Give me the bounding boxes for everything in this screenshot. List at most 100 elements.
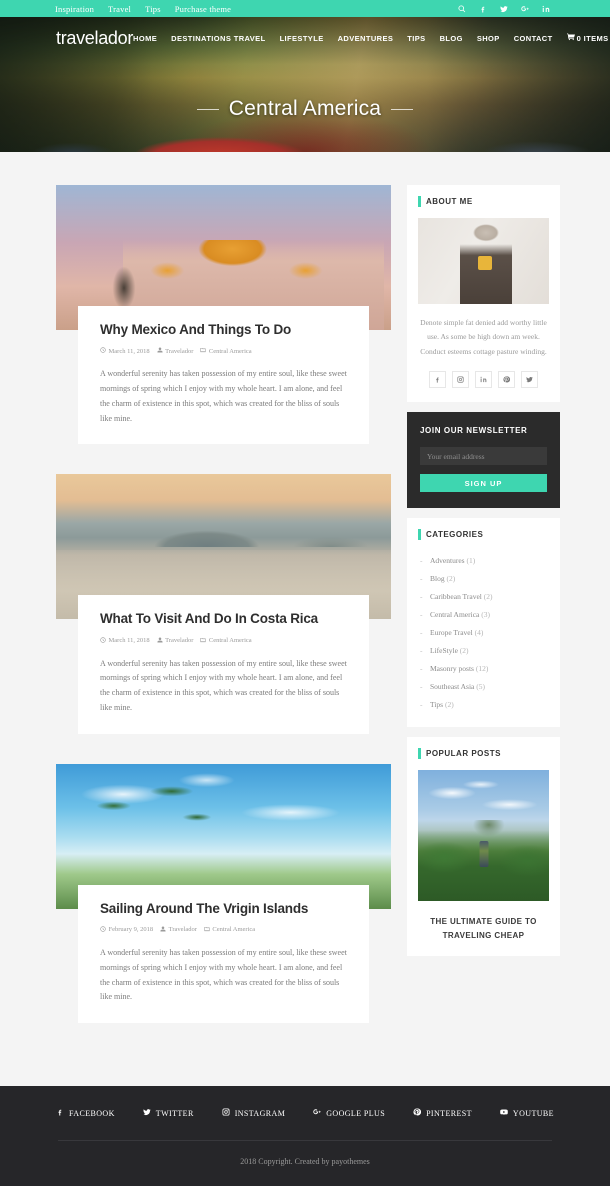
category-name: Masonry posts — [430, 663, 474, 673]
topbar-link-tips[interactable]: Tips — [145, 4, 161, 14]
post-body: Sailing Around The Vrigin Islands Februa… — [78, 884, 369, 1024]
instagram-icon — [222, 1108, 230, 1118]
linkedin-icon[interactable] — [475, 370, 492, 388]
folder-icon — [200, 637, 207, 645]
facebook-icon[interactable] — [429, 370, 446, 388]
footer-link-google-plus[interactable]: GOOGLE PLUS — [313, 1108, 385, 1118]
newsletter-title: JOIN OUR NEWSLETTER — [420, 425, 528, 435]
footer-link-pinterest[interactable]: PINTEREST — [413, 1108, 472, 1118]
posts-column: Why Mexico And Things To Do March 11, 20… — [56, 185, 391, 1053]
post-meta: February 9, 2018 Travelador Central Amer… — [100, 926, 347, 934]
category-count: (2) — [459, 645, 469, 655]
facebook-icon[interactable] — [479, 5, 487, 13]
post-category-text[interactable]: Central America — [209, 348, 252, 355]
category-name: Blog — [430, 573, 445, 583]
topbar-link-travel[interactable]: Travel — [108, 4, 131, 14]
popular-post-title[interactable]: THE ULTIMATE GUIDE TO TRAVELING CHEAP — [418, 915, 549, 942]
categories-widget: CATEGORIES Adventures (1) Blog (2) Carib… — [407, 518, 560, 728]
topbar-link-purchase-theme[interactable]: Purchase theme — [175, 4, 231, 14]
categories-title: CATEGORIES — [418, 529, 549, 541]
post-title[interactable]: Why Mexico And Things To Do — [100, 322, 347, 338]
category-count: (2) — [483, 591, 493, 601]
site-footer: FACEBOOK TWITTER INSTAGRAM GOOGLE PLUS P… — [0, 1086, 610, 1186]
post-date-text: February 9, 2018 — [108, 926, 154, 934]
post-author: Travelador — [160, 926, 197, 934]
post-date: March 11, 2018 — [100, 636, 150, 645]
post-category: Central America — [200, 637, 252, 645]
newsletter-widget: JOIN OUR NEWSLETTER SIGN UP — [407, 411, 560, 509]
nav-item-shop[interactable]: SHOP — [477, 34, 500, 43]
nav-item-blog[interactable]: BLOG — [440, 34, 463, 43]
sidebar: ABOUT ME Denote simple fat denied add wo… — [407, 185, 560, 966]
footer-social-label: YOUTUBE — [512, 1108, 554, 1118]
page-title: Central America — [228, 97, 382, 120]
post-author-text[interactable]: Travelador — [169, 926, 197, 933]
google-plus-icon — [313, 1108, 321, 1118]
about-me-photo — [418, 218, 549, 304]
category-count: (2) — [444, 699, 454, 709]
post-excerpt: A wonderful serenity has taken possessio… — [100, 947, 347, 1002]
twitter-icon — [143, 1108, 151, 1118]
cart-button[interactable]: 0 ITEMS — [566, 33, 609, 43]
post-body: What To Visit And Do In Costa Rica March… — [78, 595, 369, 734]
post-author: Travelador — [157, 347, 193, 355]
google-plus-icon[interactable] — [521, 5, 529, 13]
footer-social-label: INSTAGRAM — [234, 1108, 286, 1118]
folder-icon — [200, 347, 207, 355]
post-title[interactable]: Sailing Around The Vrigin Islands — [100, 901, 347, 917]
post-card: What To Visit And Do In Costa Rica March… — [56, 474, 391, 734]
cart-icon — [566, 33, 575, 43]
newsletter-email-input[interactable] — [420, 447, 547, 466]
popular-post-image[interactable] — [418, 770, 549, 902]
post-category-text[interactable]: Central America — [209, 637, 252, 644]
nav-item-lifestyle[interactable]: LIFESTYLE — [280, 34, 324, 43]
footer-copyright: 2018 Copyright. Created by payothemes — [240, 1157, 370, 1167]
twitter-icon[interactable] — [500, 5, 508, 13]
footer-link-youtube[interactable]: YOUTUBE — [500, 1108, 554, 1118]
about-me-title: ABOUT ME — [418, 196, 549, 207]
clock-icon — [100, 636, 106, 645]
nav-item-destinations-travel[interactable]: DESTINATIONS TRAVEL — [171, 34, 265, 43]
category-item[interactable]: Masonry posts (12) — [418, 659, 549, 677]
post-card: Why Mexico And Things To Do March 11, 20… — [56, 185, 391, 445]
nav-item-contact[interactable]: CONTACT — [514, 34, 553, 43]
category-item[interactable]: Central America (3) — [418, 605, 549, 623]
post-author: Travelador — [157, 637, 193, 645]
nav-item-tips[interactable]: TIPS — [407, 34, 425, 43]
post-category: Central America — [200, 347, 252, 355]
nav-item-home[interactable]: HOME — [133, 34, 157, 43]
footer-link-facebook[interactable]: FACEBOOK — [56, 1108, 115, 1118]
category-item[interactable]: Southeast Asia (5) — [418, 677, 549, 695]
footer-link-twitter[interactable]: TWITTER — [143, 1108, 194, 1118]
site-logo[interactable]: travelador — [56, 28, 133, 49]
instagram-icon[interactable] — [452, 370, 469, 388]
category-item[interactable]: Europe Travel (4) — [418, 623, 549, 641]
newsletter-signup-button[interactable]: SIGN UP — [420, 474, 547, 493]
hiker-figure — [479, 840, 488, 867]
category-name: Southeast Asia — [430, 681, 475, 691]
pinterest-icon[interactable] — [498, 370, 515, 388]
topbar-link-inspiration[interactable]: Inspiration — [55, 4, 94, 14]
clock-icon — [100, 347, 106, 355]
category-name: LifeStyle — [430, 645, 458, 655]
footer-link-instagram[interactable]: INSTAGRAM — [222, 1108, 286, 1118]
folder-icon — [204, 926, 210, 934]
about-me-socials — [418, 370, 549, 388]
cart-label: 0 ITEMS — [576, 33, 609, 43]
post-title[interactable]: What To Visit And Do In Costa Rica — [100, 611, 347, 627]
categories-list: Adventures (1) Blog (2) Caribbean Travel… — [418, 551, 549, 713]
twitter-icon[interactable] — [521, 370, 538, 388]
category-item[interactable]: Tips (2) — [418, 695, 549, 713]
category-item[interactable]: LifeStyle (2) — [418, 641, 549, 659]
category-count: (5) — [476, 681, 485, 691]
search-icon[interactable] — [458, 5, 466, 13]
category-item[interactable]: Adventures (1) — [418, 551, 549, 569]
post-author-text[interactable]: Travelador — [165, 637, 193, 644]
post-author-text[interactable]: Travelador — [165, 348, 193, 355]
linkedin-icon[interactable] — [542, 5, 550, 13]
nav-item-adventures[interactable]: ADVENTURES — [338, 34, 394, 43]
category-count: (4) — [474, 627, 484, 637]
post-category-text[interactable]: Central America — [212, 926, 255, 933]
category-item[interactable]: Caribbean Travel (2) — [418, 587, 549, 605]
category-item[interactable]: Blog (2) — [418, 569, 549, 587]
